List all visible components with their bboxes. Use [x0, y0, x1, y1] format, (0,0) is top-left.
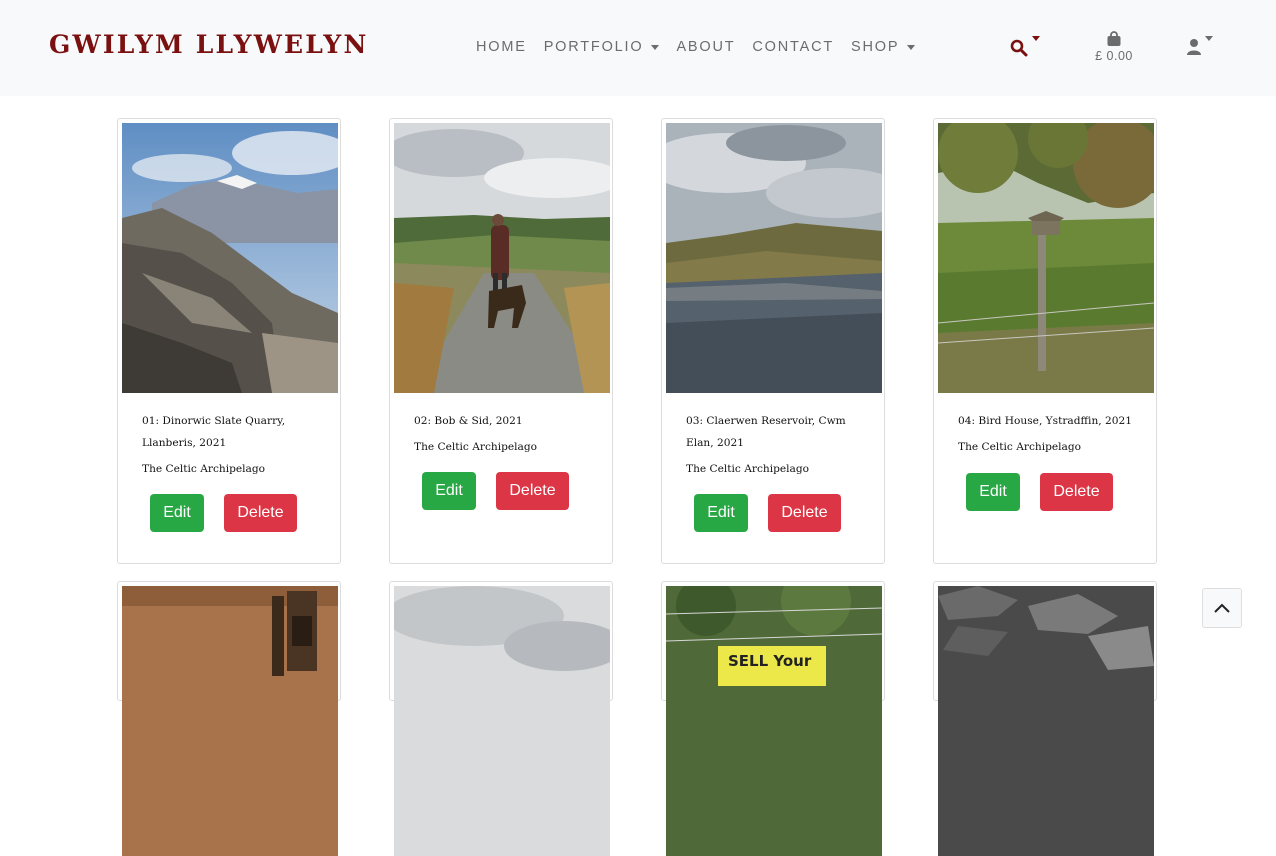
product-image[interactable]	[122, 586, 338, 856]
product-card: 03: Claerwen Reservoir, Cwm Elan, 2021 T…	[661, 118, 885, 564]
nav-contact[interactable]: CONTACT	[752, 39, 834, 55]
product-image[interactable]	[394, 123, 610, 393]
nav-contact-label: CONTACT	[752, 39, 834, 55]
product-caption: 03: Claerwen Reservoir, Cwm Elan, 2021 T…	[686, 410, 866, 480]
product-photo	[394, 123, 610, 393]
delete-button[interactable]: Delete	[768, 494, 841, 532]
product-photo	[122, 123, 338, 393]
nav-about-label: ABOUT	[676, 39, 736, 55]
edit-button[interactable]: Edit	[422, 472, 476, 510]
product-card	[117, 581, 341, 856]
chevron-down-icon	[907, 44, 916, 50]
product-image[interactable]	[938, 586, 1154, 856]
sign-text: SELL Your	[728, 652, 812, 670]
product-photo	[666, 123, 882, 393]
delete-button[interactable]: Delete	[224, 494, 297, 532]
nav-about[interactable]: ABOUT	[676, 39, 735, 55]
shopping-bag-button[interactable]: £ 0.00	[1090, 31, 1138, 71]
product-collection: The Celtic Archipelago	[686, 463, 810, 475]
product-caption: 01: Dinorwic Slate Quarry, Llanberis, 20…	[142, 410, 322, 480]
product-image[interactable]	[666, 123, 882, 393]
product-image[interactable]	[938, 123, 1154, 393]
product-photo	[394, 586, 610, 856]
product-image[interactable]: SELL Your	[666, 586, 882, 856]
chevron-down-icon	[651, 44, 660, 50]
navbar: GWILYM LLYWELYN HOME PORTFOLIO ABOUT CON…	[0, 0, 1276, 96]
delete-button[interactable]: Delete	[496, 472, 569, 510]
bag-total: £ 0.00	[1095, 49, 1133, 63]
nav-home[interactable]: HOME	[476, 39, 527, 55]
main-nav: HOME PORTFOLIO ABOUT CONTACT SHOP	[476, 39, 916, 55]
nav-shop-label: SHOP	[851, 39, 900, 55]
edit-button[interactable]: Edit	[150, 494, 204, 532]
search-dropdown-button[interactable]	[1010, 36, 1044, 60]
product-card: 01: Dinorwic Slate Quarry, Llanberis, 20…	[117, 118, 341, 564]
nav-shop[interactable]: SHOP	[851, 39, 916, 55]
nav-portfolio[interactable]: PORTFOLIO	[544, 39, 660, 55]
product-card	[389, 581, 613, 856]
user-icon	[1187, 39, 1201, 55]
product-card: 02: Bob & Sid, 2021 The Celtic Archipela…	[389, 118, 613, 564]
product-caption: 04: Bird House, Ystradffin, 2021 The Cel…	[958, 410, 1138, 458]
product-photo	[938, 586, 1154, 856]
product-photo	[122, 586, 338, 856]
brand-logo[interactable]: GWILYM LLYWELYN	[49, 30, 369, 59]
nav-home-label: HOME	[476, 39, 527, 55]
edit-button[interactable]: Edit	[966, 473, 1020, 511]
product-photo: SELL Your	[666, 586, 882, 856]
product-image[interactable]	[394, 586, 610, 856]
product-title: 04: Bird House, Ystradffin, 2021	[958, 415, 1132, 427]
delete-button[interactable]: Delete	[1040, 473, 1113, 511]
product-image[interactable]	[122, 123, 338, 393]
scroll-to-top-button[interactable]	[1202, 588, 1242, 628]
search-icon	[1010, 39, 1028, 57]
nav-portfolio-label: PORTFOLIO	[543, 39, 644, 55]
product-title: 03: Claerwen Reservoir, Cwm Elan, 2021	[686, 415, 846, 449]
chevron-down-icon	[1032, 36, 1040, 41]
product-title: 02: Bob & Sid, 2021	[414, 415, 523, 427]
product-card	[933, 581, 1157, 856]
account-dropdown-button[interactable]	[1186, 33, 1216, 59]
product-card: 04: Bird House, Ystradffin, 2021 The Cel…	[933, 118, 1157, 564]
product-title: 01: Dinorwic Slate Quarry, Llanberis, 20…	[142, 415, 286, 449]
chevron-up-icon	[1214, 603, 1230, 613]
product-collection: The Celtic Archipelago	[142, 463, 266, 475]
shopping-bag-icon	[1107, 31, 1121, 46]
product-caption: 02: Bob & Sid, 2021 The Celtic Archipela…	[414, 410, 594, 458]
chevron-down-icon	[1205, 36, 1213, 41]
product-collection: The Celtic Archipelago	[414, 441, 538, 453]
product-photo	[938, 123, 1154, 393]
edit-button[interactable]: Edit	[694, 494, 748, 532]
product-collection: The Celtic Archipelago	[958, 441, 1082, 453]
product-card: SELL Your	[661, 581, 885, 856]
